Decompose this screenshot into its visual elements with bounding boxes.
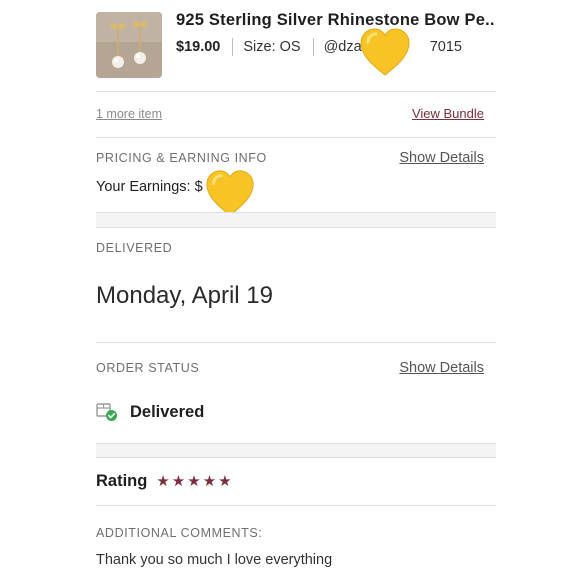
pricing-show-details-link[interactable]: Show Details xyxy=(399,150,484,166)
yellow-heart-emoji xyxy=(360,28,410,76)
divider xyxy=(96,227,496,228)
order-status-label: ORDER STATUS xyxy=(96,361,200,375)
pricing-section-label: PRICING & EARNING INFO xyxy=(96,151,267,165)
divider xyxy=(96,137,496,138)
order-status-text: Delivered xyxy=(130,402,205,421)
product-meta: $19.00 Size: OS @dza 7015 xyxy=(176,38,462,56)
order-details-page: 925 Sterling Silver Rhinestone Bow Pe.. … xyxy=(0,0,580,580)
product-price: $19.00 xyxy=(176,39,221,55)
divider xyxy=(312,38,314,56)
divider xyxy=(232,38,234,56)
divider xyxy=(96,91,496,92)
star-icon: ★ xyxy=(218,473,232,490)
rating-label: Rating xyxy=(96,472,148,490)
product-thumbnail[interactable] xyxy=(96,12,162,78)
divider xyxy=(96,342,496,343)
star-icon: ★ xyxy=(171,473,186,490)
your-earnings: Your Earnings: $ xyxy=(96,179,203,195)
seller-handle-start: @dza xyxy=(323,39,362,55)
view-bundle-link[interactable]: View Bundle xyxy=(412,106,484,121)
divider xyxy=(96,457,496,458)
star-icon: ★ xyxy=(156,473,170,490)
delivered-section-label: DELIVERED xyxy=(96,241,173,255)
section-spacer xyxy=(96,444,496,457)
order-status: Delivered xyxy=(96,402,204,422)
delivered-package-check-icon xyxy=(96,403,117,421)
star-icon: ★ xyxy=(187,473,201,490)
earring-photo xyxy=(96,12,162,78)
more-items-link[interactable]: 1 more item xyxy=(96,107,162,121)
product-size: Size: OS xyxy=(243,39,301,55)
delivery-date: Monday, April 19 xyxy=(96,282,273,309)
order-status-show-details-link[interactable]: Show Details xyxy=(399,360,484,376)
seller-handle-end: 7015 xyxy=(429,39,462,55)
additional-comments-label: ADDITIONAL COMMENTS: xyxy=(96,526,263,540)
star-icon: ★ xyxy=(202,473,217,490)
divider xyxy=(96,505,496,506)
product-title[interactable]: 925 Sterling Silver Rhinestone Bow Pe.. xyxy=(176,11,506,30)
additional-comments-text: Thank you so much I love everything xyxy=(96,552,333,568)
section-spacer xyxy=(96,213,496,227)
rating-row: Rating ★ ★ ★ ★ ★ xyxy=(96,472,234,491)
